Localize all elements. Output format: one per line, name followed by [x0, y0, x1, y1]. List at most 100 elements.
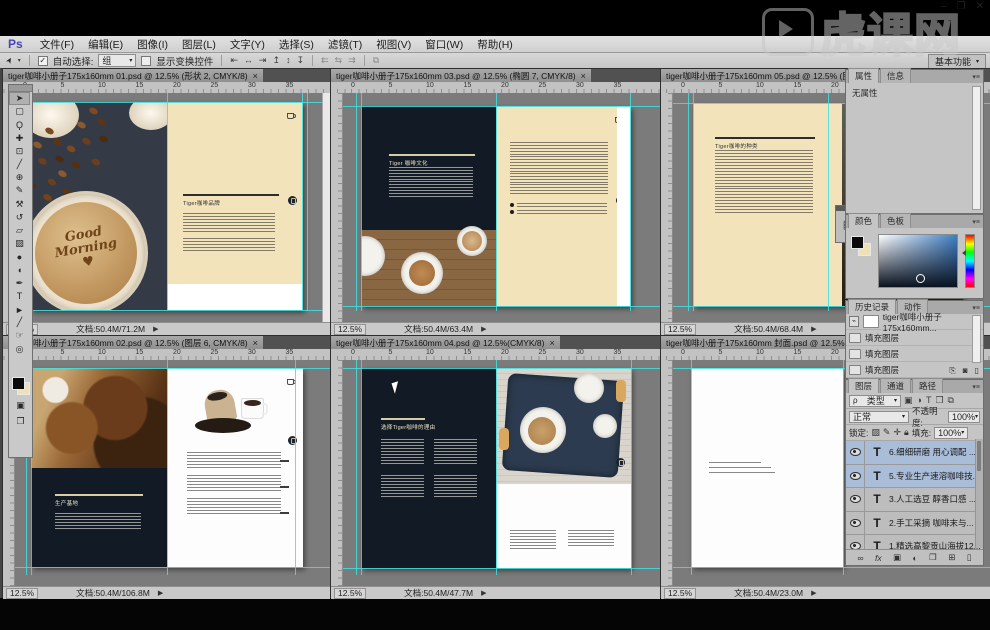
close-icon[interactable]: ✕ — [976, 1, 984, 12]
delete-layer-icon[interactable]: ▯ — [967, 552, 972, 563]
layer-mask-icon[interactable]: ▣ — [893, 552, 901, 563]
layer-row[interactable]: T3.人工选豆 醇香口感 ... — [846, 488, 983, 512]
status-arrow-icon[interactable]: ▶ — [811, 325, 816, 333]
tab-color[interactable]: 颜色 — [848, 213, 879, 228]
color-swatches[interactable] — [12, 377, 30, 395]
fill-dropdown[interactable]: 100%▾ — [934, 427, 968, 439]
menu-item[interactable]: 文件(F) — [33, 36, 81, 53]
lock-pixels-icon[interactable]: ✎ — [883, 427, 891, 438]
auto-select-checkbox[interactable]: ✓ — [38, 56, 48, 66]
align-right-icon[interactable]: ⇥ — [259, 55, 267, 66]
clone-stamp-tool-icon[interactable]: ⚒ — [9, 198, 30, 211]
line-tool-icon[interactable]: ╱ — [9, 316, 30, 329]
history-snapshot-row[interactable]: ⌁ tiger咖啡小册子 175x160mm... — [846, 314, 983, 330]
align-bottom-icon[interactable]: ↧ — [297, 55, 305, 66]
adjustment-layer-icon[interactable]: ◐ — [913, 553, 918, 563]
move-tool-icon[interactable]: ➤ — [9, 92, 30, 105]
zoom-tool-icon[interactable]: ◎ — [9, 343, 30, 356]
close-tab-icon[interactable]: × — [253, 338, 258, 348]
zoom-level[interactable]: 12.5% — [334, 588, 366, 599]
new-snapshot-icon[interactable]: ◙ — [963, 366, 968, 376]
lock-all-icon[interactable]: 🔒︎ — [904, 427, 909, 438]
scrollbar[interactable] — [972, 315, 981, 363]
tab-info[interactable]: 信息 — [880, 68, 911, 83]
visibility-eye-icon[interactable] — [850, 472, 861, 480]
foreground-color-swatch[interactable] — [12, 377, 25, 390]
filter-smartobject-icon[interactable]: ⧉ — [948, 395, 954, 406]
layer-row[interactable]: T5.专业生产速溶咖啡技... — [846, 465, 983, 489]
layer-style-icon[interactable]: fx — [875, 553, 882, 563]
lasso-tool-icon[interactable]: Ϙ — [9, 118, 30, 131]
menu-item[interactable]: 图像(I) — [130, 36, 175, 53]
status-arrow-icon[interactable]: ▶ — [158, 589, 163, 597]
menu-item[interactable]: 图层(L) — [175, 36, 223, 53]
tab-channels[interactable]: 通道 — [880, 378, 911, 393]
scrollbar[interactable] — [972, 86, 981, 210]
align-center-h-icon[interactable]: ↔ — [244, 55, 253, 66]
distribute-right-icon[interactable]: ⇉ — [348, 55, 356, 66]
menu-item[interactable]: 选择(S) — [272, 36, 321, 53]
show-transform-checkbox[interactable] — [141, 56, 151, 66]
pen-tool-icon[interactable]: ✒ — [9, 277, 30, 290]
link-layers-icon[interactable]: ∞ — [857, 553, 863, 563]
canvas-01[interactable]: GoodMorning♥ Tiger咖啡品牌 — [3, 93, 330, 323]
hue-slider[interactable] — [965, 234, 975, 288]
menu-item[interactable]: 帮助(H) — [470, 36, 520, 53]
blend-mode-dropdown[interactable]: 正常▾ — [849, 411, 909, 423]
healing-brush-tool-icon[interactable]: ⊕ — [9, 171, 30, 184]
panel-menu-icon[interactable]: ▾≡ — [972, 218, 980, 226]
zoom-level[interactable]: 12.5% — [664, 588, 696, 599]
tab-properties[interactable]: 属性 — [848, 68, 879, 83]
path-selection-tool-icon[interactable]: ► — [9, 303, 30, 316]
align-middle-icon[interactable]: ↕ — [286, 55, 291, 66]
close-tab-icon[interactable]: × — [581, 71, 586, 81]
eyedropper-tool-icon[interactable]: ╱ — [9, 158, 30, 171]
color-field[interactable] — [878, 234, 958, 288]
history-brush-tool-icon[interactable]: ↺ — [9, 211, 30, 224]
type-tool-icon[interactable]: T — [9, 290, 30, 303]
tab-paths[interactable]: 路径 — [912, 378, 943, 393]
crop-tool-icon[interactable]: ⊡ — [9, 145, 30, 158]
canvas-04[interactable]: 选择Tiger咖啡的理由 — [331, 360, 660, 587]
minimize-icon[interactable]: – — [941, 1, 947, 12]
document-tab-04[interactable]: tiger咖啡小册子175x160mm 04.psd @ 12.5%(CMYK/… — [331, 336, 560, 349]
menu-item[interactable]: 滤镜(T) — [321, 36, 369, 53]
layer-row[interactable]: T6.细细研磨 用心调配 ... — [846, 441, 983, 465]
align-top-icon[interactable]: ↥ — [272, 55, 280, 66]
tool-preset-arrow-icon[interactable]: ▾ — [18, 57, 21, 64]
eraser-tool-icon[interactable]: ▱ — [9, 224, 30, 237]
document-tab-02[interactable]: tiger咖啡小册子175x160mm 02.psd @ 12.5% (图层 6… — [3, 336, 263, 349]
delete-state-icon[interactable]: ▯ — [975, 366, 979, 376]
zoom-level[interactable]: 12.5% — [664, 324, 696, 335]
scrollbar[interactable] — [322, 93, 330, 323]
menu-item[interactable]: 编辑(E) — [81, 36, 130, 53]
layer-row[interactable]: T1.精选高黎贡山海拔12... — [846, 535, 983, 550]
lock-position-icon[interactable]: ✛ — [893, 427, 901, 438]
gradient-tool-icon[interactable]: ▨ — [9, 237, 30, 250]
brush-tool-icon[interactable]: ✎ — [9, 184, 30, 197]
canvas-02[interactable]: 生产基地 — [3, 360, 330, 587]
new-doc-from-state-icon[interactable]: ⎘ — [949, 366, 955, 376]
panel-menu-icon[interactable]: ▾≡ — [972, 383, 980, 391]
screen-mode-icon[interactable]: ❐ — [10, 415, 31, 428]
hue-slider-marker[interactable] — [962, 250, 966, 256]
visibility-eye-icon[interactable] — [850, 495, 861, 503]
menu-item[interactable]: 视图(V) — [369, 36, 418, 53]
zoom-level[interactable]: 12.5% — [334, 324, 366, 335]
auto-align-icon[interactable]: ⧉ — [373, 55, 379, 66]
status-arrow-icon[interactable]: ▶ — [153, 325, 158, 333]
canvas-03[interactable]: Tiger 咖啡文化 — [331, 93, 660, 323]
distribute-center-icon[interactable]: ⇆ — [335, 55, 343, 66]
fg-bg-swatches[interactable] — [851, 236, 871, 256]
restore-icon[interactable]: ❐ — [957, 1, 966, 12]
tab-swatches[interactable]: 色板 — [880, 213, 911, 228]
close-tab-icon[interactable]: × — [549, 338, 554, 348]
visibility-eye-icon[interactable] — [850, 448, 861, 456]
tab-layers[interactable]: 图层 — [848, 378, 879, 393]
status-arrow-icon[interactable]: ▶ — [481, 325, 486, 333]
close-tab-icon[interactable]: × — [253, 71, 258, 81]
align-left-icon[interactable]: ⇤ — [230, 55, 238, 66]
document-tab-01[interactable]: tiger咖啡小册子175x160mm 01.psd @ 12.5% (形状 2… — [3, 69, 263, 82]
layer-filter-dropdown[interactable]: ρ类型▾ — [849, 395, 901, 407]
history-state[interactable]: 填充图层 — [846, 346, 983, 362]
